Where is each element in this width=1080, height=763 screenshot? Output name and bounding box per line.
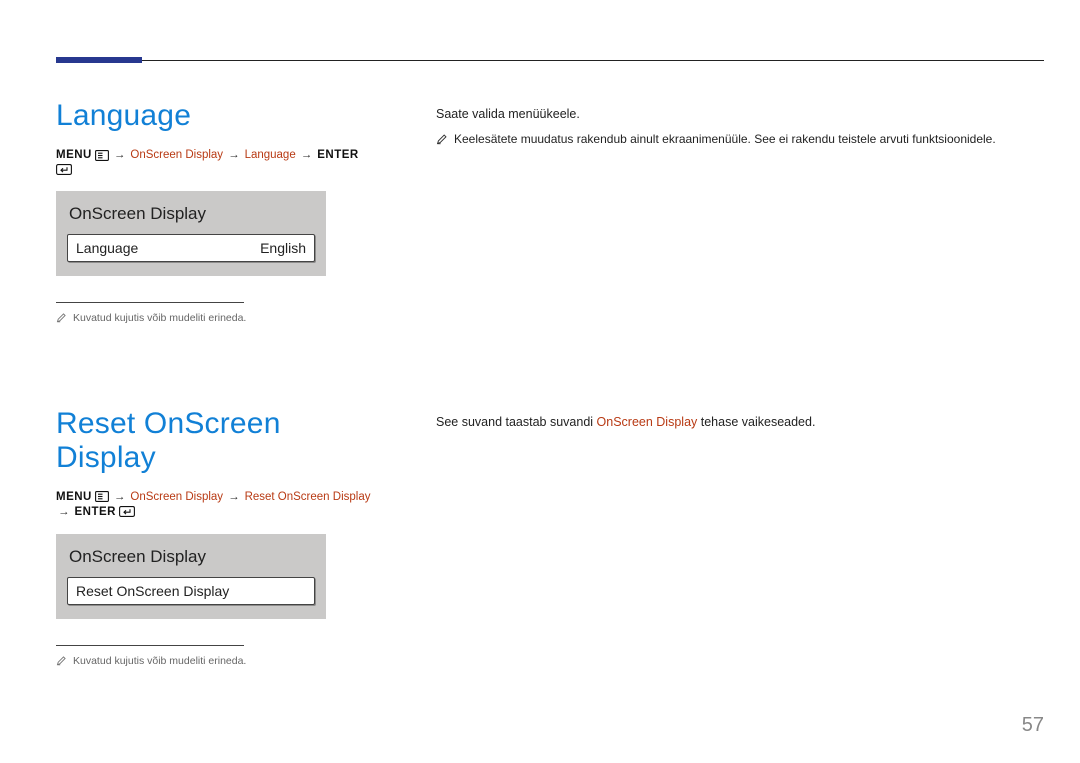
osd-panel-language: OnScreen Display Language English: [56, 191, 326, 276]
right-column: See suvand taastab suvandi OnScreen Disp…: [436, 407, 1044, 670]
nav-path-2: Language: [245, 149, 296, 161]
nav-path-1: OnScreen Display: [130, 149, 223, 161]
heading-language: Language: [56, 99, 376, 133]
note-text: Kuvatud kujutis võib mudeliti erineda.: [73, 311, 246, 327]
arrow-icon: →: [58, 506, 70, 518]
pencil-icon: [56, 312, 67, 323]
panel-title: OnScreen Display: [69, 204, 313, 224]
pencil-icon: [56, 655, 67, 666]
section-gap: [56, 327, 1044, 407]
short-rule: [56, 645, 244, 646]
right-suffix: tehase vaikeseaded.: [697, 415, 815, 429]
note-text: Kuvatud kujutis võib mudeliti erineda.: [73, 654, 246, 670]
left-column: Reset OnScreen Display MENU → OnScreen D…: [56, 407, 376, 670]
menu-icon: [95, 150, 109, 161]
section-language: Language MENU → OnScreen Display → Langu…: [56, 99, 1044, 327]
right-inline-link: OnScreen Display: [597, 415, 698, 429]
note-image-may-differ: Kuvatud kujutis võib mudeliti erineda.: [56, 311, 376, 327]
menu-icon: [95, 491, 109, 502]
nav-menu-label: MENU: [56, 149, 92, 161]
right-intro-text: Saate valida menüükeele.: [436, 105, 1044, 124]
right-note-text: Keelesätete muudatus rakendub ainult ekr…: [454, 132, 996, 146]
row-value: English: [260, 240, 306, 256]
row-label: Reset OnScreen Display: [76, 583, 229, 599]
arrow-icon: →: [114, 491, 126, 503]
left-column: Language MENU → OnScreen Display → Langu…: [56, 99, 376, 327]
panel-row-language[interactable]: Language English: [67, 234, 315, 262]
nav-enter-label: ENTER: [75, 506, 116, 518]
right-prefix: See suvand taastab suvandi: [436, 415, 597, 429]
panel-title: OnScreen Display: [69, 547, 313, 567]
arrow-icon: →: [114, 149, 126, 161]
accent-bar: [56, 57, 142, 63]
enter-icon: [119, 506, 135, 517]
note-image-may-differ: Kuvatud kujutis võib mudeliti erineda.: [56, 654, 376, 670]
nav-path-reset: MENU → OnScreen Display → Reset OnScreen…: [56, 491, 376, 518]
arrow-icon: →: [228, 491, 240, 503]
right-column: Saate valida menüükeele. Keelesätete muu…: [436, 99, 1044, 327]
nav-enter-label: ENTER: [317, 149, 358, 161]
nav-path-language: MENU → OnScreen Display → Language → ENT…: [56, 149, 376, 175]
nav-path-1: OnScreen Display: [130, 491, 223, 503]
right-description: See suvand taastab suvandi OnScreen Disp…: [436, 413, 1044, 432]
page-number: 57: [1022, 714, 1044, 737]
page-body: Language MENU → OnScreen Display → Langu…: [56, 60, 1044, 763]
right-note: Keelesätete muudatus rakendub ainult ekr…: [436, 132, 1044, 146]
section-reset-osd: Reset OnScreen Display MENU → OnScreen D…: [56, 407, 1044, 670]
nav-path-2: Reset OnScreen Display: [245, 491, 371, 503]
row-label: Language: [76, 240, 138, 256]
pencil-icon: [436, 133, 448, 145]
enter-icon: [56, 164, 72, 175]
short-rule: [56, 302, 244, 303]
heading-reset-osd: Reset OnScreen Display: [56, 407, 376, 475]
arrow-icon: →: [228, 149, 240, 161]
panel-row-reset[interactable]: Reset OnScreen Display: [67, 577, 315, 605]
arrow-icon: →: [301, 149, 313, 161]
nav-menu-label: MENU: [56, 491, 92, 503]
osd-panel-reset: OnScreen Display Reset OnScreen Display: [56, 534, 326, 619]
top-rule: [56, 60, 1044, 61]
